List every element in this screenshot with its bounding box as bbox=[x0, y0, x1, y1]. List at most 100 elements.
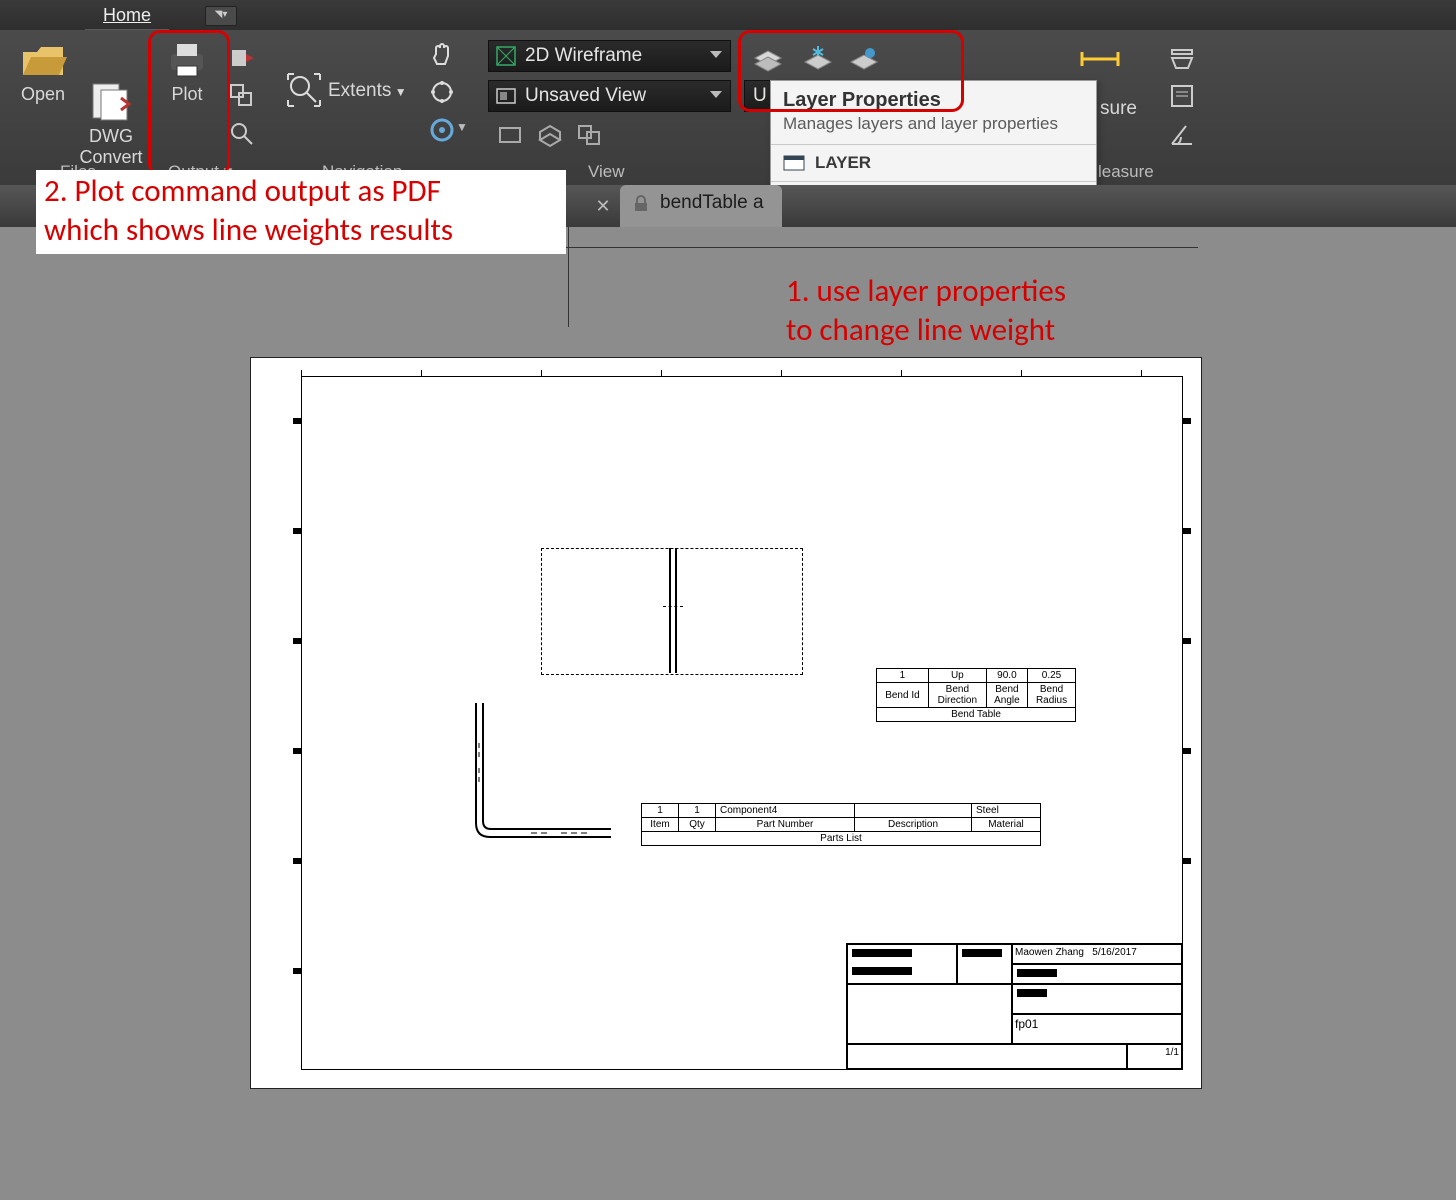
tick bbox=[293, 528, 301, 534]
tick bbox=[781, 370, 782, 376]
cell: Bend Direction bbox=[928, 683, 986, 708]
tooltip-command-row: LAYER bbox=[771, 144, 1096, 181]
tb-cell bbox=[957, 944, 1012, 984]
tb-sheet: 1/1 bbox=[1127, 1044, 1182, 1069]
wireframe-icon bbox=[495, 45, 517, 67]
tick bbox=[1141, 370, 1142, 376]
saved-view-dropdown[interactable]: Unsaved View bbox=[488, 80, 731, 112]
annotation-2-line1: 2. Plot command output as PDF bbox=[44, 172, 441, 210]
dwg-convert-label: DWG Convert bbox=[79, 126, 142, 167]
tb-cell bbox=[1012, 964, 1182, 984]
tick bbox=[1021, 370, 1022, 376]
cell: 0.25 bbox=[1028, 669, 1076, 683]
cell: Qty bbox=[679, 818, 716, 832]
cell: 90.0 bbox=[986, 669, 1027, 683]
view-box1-icon[interactable] bbox=[496, 120, 524, 148]
cell: Bend Angle bbox=[986, 683, 1027, 708]
redacted-bar bbox=[852, 949, 912, 957]
annotation-1-line2: to change line weight bbox=[786, 311, 1055, 349]
dropdown-tri-icon[interactable]: ▼ bbox=[456, 120, 468, 134]
measure-angle-icon[interactable] bbox=[1168, 120, 1196, 148]
extents-dropdown[interactable]: Extents ▼ bbox=[328, 80, 418, 102]
batch-plot-icon[interactable] bbox=[228, 82, 256, 110]
tick bbox=[293, 638, 301, 644]
paper-sheet: 1 Up 90.0 0.25 Bend Id Bend Direction Be… bbox=[250, 357, 1202, 1089]
annotation-ring-layers bbox=[738, 30, 964, 112]
open-label: Open bbox=[21, 84, 65, 104]
table-row: Item Qty Part Number Description Materia… bbox=[642, 818, 1041, 832]
tooltip-desc: Manages layers and layer properties bbox=[771, 114, 1096, 144]
table-row: Bend Id Bend Direction Bend Angle Bend R… bbox=[877, 683, 1076, 708]
bend-table: 1 Up 90.0 0.25 Bend Id Bend Direction Be… bbox=[876, 668, 1076, 722]
table-row: Bend Table bbox=[877, 708, 1076, 722]
tb-cell bbox=[847, 944, 957, 984]
table-row: 1 Up 90.0 0.25 bbox=[877, 669, 1076, 683]
tick bbox=[901, 370, 902, 376]
visual-style-label: 2D Wireframe bbox=[525, 45, 642, 66]
steering-wheel-icon[interactable] bbox=[428, 116, 456, 144]
cell: 1 bbox=[679, 804, 716, 818]
pan-hand-icon[interactable] bbox=[428, 40, 456, 68]
tb-author-name: Maowen Zhang bbox=[1015, 947, 1084, 958]
redacted-bar bbox=[852, 967, 912, 975]
cell: Component4 bbox=[716, 804, 855, 818]
redacted-bar bbox=[1017, 989, 1047, 997]
cell: Bend Id bbox=[877, 683, 929, 708]
center-mark bbox=[663, 606, 683, 608]
tb-cell bbox=[847, 984, 1012, 1044]
cell: Part Number bbox=[716, 818, 855, 832]
dwg-convert-icon bbox=[87, 59, 135, 101]
document-tab-label: bendTable a bbox=[660, 192, 764, 213]
ribbon-minimize-toggle[interactable]: ◥▾ bbox=[205, 6, 237, 26]
saved-view-label: Unsaved View bbox=[525, 85, 646, 106]
annotation-1: 1. use layer properties to change line w… bbox=[786, 272, 1066, 350]
cell: Material bbox=[972, 818, 1041, 832]
drawing-workspace[interactable]: 1 Up 90.0 0.25 Bend Id Bend Direction Be… bbox=[0, 227, 1456, 1200]
zoom-extents-icon[interactable] bbox=[286, 72, 322, 108]
open-button[interactable]: Open bbox=[14, 38, 72, 105]
flat-pattern-outline bbox=[541, 548, 803, 675]
table-row: 1 1 Component4 Steel bbox=[642, 804, 1041, 818]
annotation-ring-plot bbox=[148, 30, 230, 176]
saved-view-icon bbox=[495, 85, 517, 107]
panel-measure-label: leasure bbox=[1098, 162, 1154, 182]
crosshair-v bbox=[568, 227, 569, 327]
measure-list-icon[interactable] bbox=[1168, 82, 1196, 110]
view-box2-icon[interactable] bbox=[536, 120, 564, 148]
cell: Description bbox=[855, 818, 972, 832]
crosshair-h bbox=[558, 247, 1198, 248]
measure-area-icon[interactable] bbox=[1168, 44, 1196, 72]
annotation-2: 2. Plot command output as PDF which show… bbox=[44, 172, 453, 250]
ribbon-tabs-strip: Home ◥▾ bbox=[0, 0, 1456, 31]
tick bbox=[1183, 858, 1191, 864]
annotation-1-line1: 1. use layer properties bbox=[786, 272, 1066, 310]
lock-icon bbox=[632, 195, 650, 213]
tb-cell bbox=[1012, 984, 1182, 1014]
tick bbox=[661, 370, 662, 376]
dwg-convert-button[interactable]: DWG Convert bbox=[76, 38, 146, 168]
cell: Steel bbox=[972, 804, 1041, 818]
cell: Bend Radius bbox=[1028, 683, 1076, 708]
orbit-icon[interactable] bbox=[428, 78, 456, 106]
chevron-down-icon bbox=[710, 51, 722, 58]
visual-style-dropdown[interactable]: 2D Wireframe bbox=[488, 40, 731, 72]
export-icon[interactable] bbox=[228, 44, 256, 72]
tb-cell bbox=[847, 1044, 1127, 1069]
tick bbox=[1183, 528, 1191, 534]
measure-label-part1: sure bbox=[1100, 98, 1137, 120]
cell: Item bbox=[642, 818, 679, 832]
cell: Up bbox=[928, 669, 986, 683]
tab-close-icon[interactable]: ✕ bbox=[592, 196, 614, 218]
side-profile-view bbox=[461, 703, 631, 863]
tab-home[interactable]: Home bbox=[85, 2, 169, 32]
tick bbox=[293, 968, 301, 974]
layer-cmd-icon bbox=[783, 153, 805, 173]
tick bbox=[1183, 418, 1191, 424]
bend-line bbox=[675, 548, 677, 673]
tick bbox=[421, 370, 422, 376]
cell: 1 bbox=[877, 669, 929, 683]
tb-drawing-name: fp01 bbox=[1012, 1014, 1182, 1044]
find-icon[interactable] bbox=[228, 120, 256, 148]
measure-dim-icon[interactable] bbox=[1078, 44, 1122, 74]
view-box3-icon[interactable] bbox=[576, 120, 604, 148]
